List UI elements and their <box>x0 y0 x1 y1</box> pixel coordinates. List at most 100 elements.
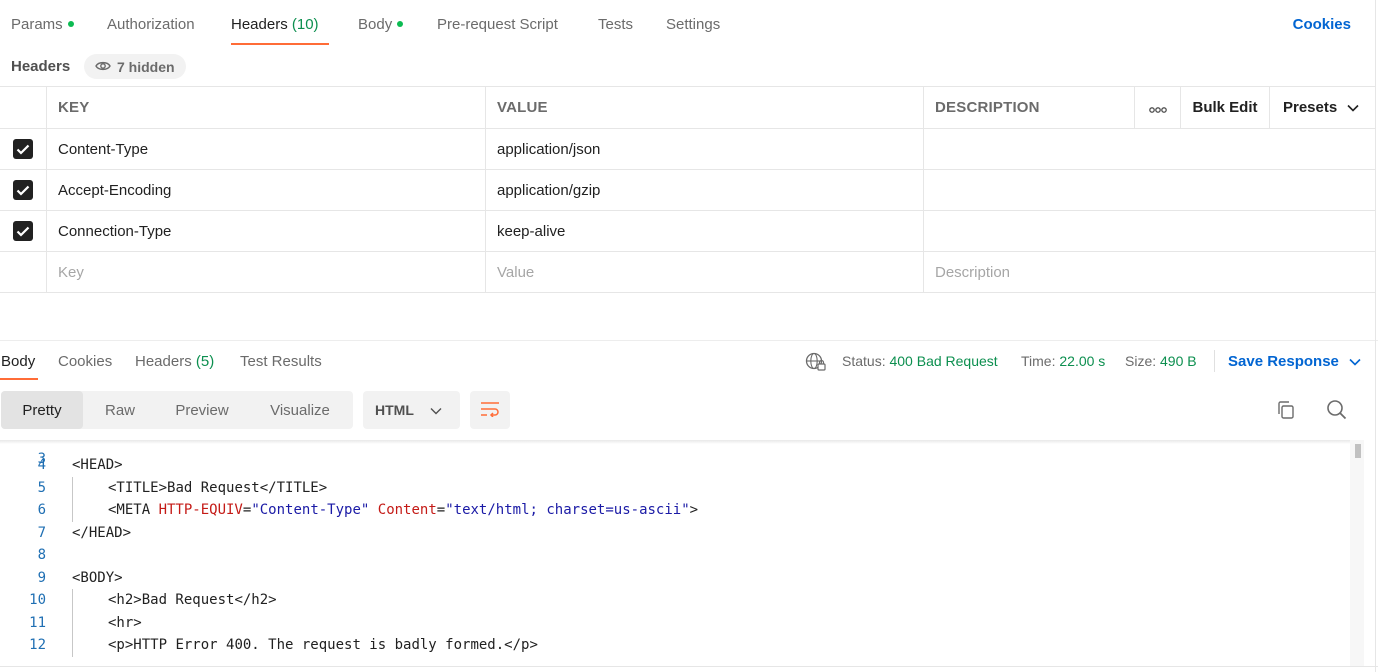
tab-response-body[interactable]: Body <box>1 353 35 370</box>
indent-guide <box>72 611 73 635</box>
tab-tests[interactable]: Tests <box>598 16 633 33</box>
table-row: Accept-Encoding application/gzip <box>0 170 1375 211</box>
size-indicator[interactable]: Size: 490 B <box>1125 353 1197 369</box>
raw-button[interactable]: Raw <box>83 391 157 429</box>
new-description-input[interactable]: Description <box>924 252 1375 292</box>
check-icon <box>16 144 30 155</box>
language-select[interactable]: HTML <box>363 391 460 429</box>
code-text: <HEAD> <box>72 454 123 476</box>
save-response-button[interactable]: Save Response <box>1228 353 1361 370</box>
code-token-text: HTTP Error 400. The request is badly for… <box>133 637 505 653</box>
row-checkbox-cell <box>0 170 47 210</box>
active-tab-underline <box>231 43 329 45</box>
status-label: Status: <box>842 353 886 369</box>
word-wrap-button[interactable] <box>470 391 510 429</box>
row-checkbox[interactable] <box>13 139 33 159</box>
code-token-tag: <hr> <box>108 614 142 631</box>
time-value: 22.00 s <box>1059 353 1106 369</box>
language-value: HTML <box>375 402 414 418</box>
header-key: Accept-Encoding <box>58 181 172 199</box>
code-token-tag: <TITLE> <box>108 479 168 496</box>
search-button[interactable] <box>1325 400 1347 422</box>
code-line: 12 <p>HTTP Error 400. The request is badl… <box>0 634 1350 657</box>
code-scrollbar[interactable] <box>1350 440 1364 666</box>
divider <box>1375 0 1376 672</box>
hidden-count: 7 hidden <box>117 58 175 75</box>
code-token-tag: </TITLE> <box>259 479 328 496</box>
code-text: </HEAD> <box>72 522 131 544</box>
code-line: 4 <HEAD> <box>0 454 1350 476</box>
table-header-row: KEY VALUE DESCRIPTION Bulk Edit Presets <box>0 87 1375 129</box>
tab-label: Authorization <box>107 16 195 33</box>
copy-button[interactable] <box>1275 400 1297 422</box>
code-text: <hr> <box>108 612 142 634</box>
tab-response-headers[interactable]: Headers (5) <box>135 353 214 370</box>
bulk-edit-button[interactable]: Bulk Edit <box>1181 87 1270 128</box>
hidden-headers-toggle[interactable]: 7 hidden <box>84 54 186 79</box>
key-placeholder: Key <box>58 263 84 281</box>
column-description: DESCRIPTION <box>924 87 1135 128</box>
code-token-str: "text/html; charset=us-ascii" <box>445 502 690 518</box>
new-key-input[interactable]: Key <box>47 252 486 292</box>
code-token-attr: HTTP-EQUIV <box>158 502 243 518</box>
description-cell[interactable] <box>924 129 1375 169</box>
tab-body[interactable]: Body <box>358 16 404 33</box>
line-number: 7 <box>37 524 46 541</box>
tab-params[interactable]: Params <box>11 16 74 33</box>
indent-guide <box>72 589 73 612</box>
column-key: KEY <box>47 87 486 128</box>
tab-pre-request-script[interactable]: Pre-request Script <box>437 16 558 33</box>
size-label: Size: <box>1125 353 1157 369</box>
tab-authorization[interactable]: Authorization <box>107 16 195 33</box>
tab-test-results[interactable]: Test Results <box>240 353 322 370</box>
pretty-button[interactable]: Pretty <box>1 391 83 429</box>
time-indicator[interactable]: Time: 22.00 s <box>1021 353 1105 369</box>
row-checkbox[interactable] <box>13 180 33 200</box>
response-code-viewer[interactable]: 3 4 <HEAD> 5 <TITLE>Bad Request</TITLE> 6 <ME… <box>0 440 1378 672</box>
description-cell[interactable] <box>924 211 1375 251</box>
network-info-button[interactable] <box>805 352 827 375</box>
row-checkbox-cell <box>0 129 47 169</box>
code-scrollbar-thumb[interactable] <box>1355 444 1361 458</box>
code-token-tag: </h2> <box>234 592 277 608</box>
time-label: Time: <box>1021 353 1056 369</box>
status-value: 400 Bad Request <box>889 353 998 369</box>
value-cell[interactable]: application/json <box>486 129 924 169</box>
key-cell[interactable]: Content-Type <box>47 129 486 169</box>
tab-label: Headers <box>135 353 192 370</box>
tab-settings[interactable]: Settings <box>666 16 720 33</box>
indent-guide <box>72 499 73 522</box>
value-cell[interactable]: application/gzip <box>486 170 924 210</box>
preview-button[interactable]: Preview <box>157 391 247 429</box>
code-text: <META HTTP-EQUIV="Content-Type" Content=… <box>108 499 698 521</box>
visualize-button[interactable]: Visualize <box>247 391 353 429</box>
code-token-tag <box>369 502 377 518</box>
code-token-tag: </p> <box>504 637 538 653</box>
row-checkbox[interactable] <box>13 221 33 241</box>
indent-guide <box>72 476 73 500</box>
active-tab-underline <box>0 378 38 380</box>
value-cell[interactable]: keep-alive <box>486 211 924 251</box>
tab-headers[interactable]: Headers (10) <box>231 16 319 33</box>
presets-dropdown[interactable]: Presets <box>1270 87 1375 128</box>
key-cell[interactable]: Accept-Encoding <box>47 170 486 210</box>
header-value: application/json <box>497 140 601 158</box>
divider <box>0 666 1378 667</box>
code-token-tag: <BODY> <box>72 569 123 586</box>
code-token-tag: <h2> <box>108 592 142 608</box>
more-options-button[interactable] <box>1135 87 1181 128</box>
copy-icon <box>1276 400 1296 423</box>
status-indicator[interactable]: Status: 400 Bad Request <box>842 353 998 369</box>
row-checkbox-cell <box>0 211 47 251</box>
cookies-link[interactable]: Cookies <box>1293 16 1351 33</box>
code-text: <h2>Bad Request</h2> <box>108 589 277 611</box>
code-token-tag: </HEAD> <box>72 524 132 541</box>
presets-label: Presets <box>1283 99 1338 116</box>
description-cell[interactable] <box>924 170 1375 210</box>
key-cell[interactable]: Connection-Type <box>47 211 486 251</box>
code-token-text: Bad Request <box>167 479 260 496</box>
new-value-input[interactable]: Value <box>486 252 924 292</box>
tab-response-cookies[interactable]: Cookies <box>58 353 112 370</box>
tab-label: Body <box>358 16 393 33</box>
header-value: keep-alive <box>497 222 566 240</box>
